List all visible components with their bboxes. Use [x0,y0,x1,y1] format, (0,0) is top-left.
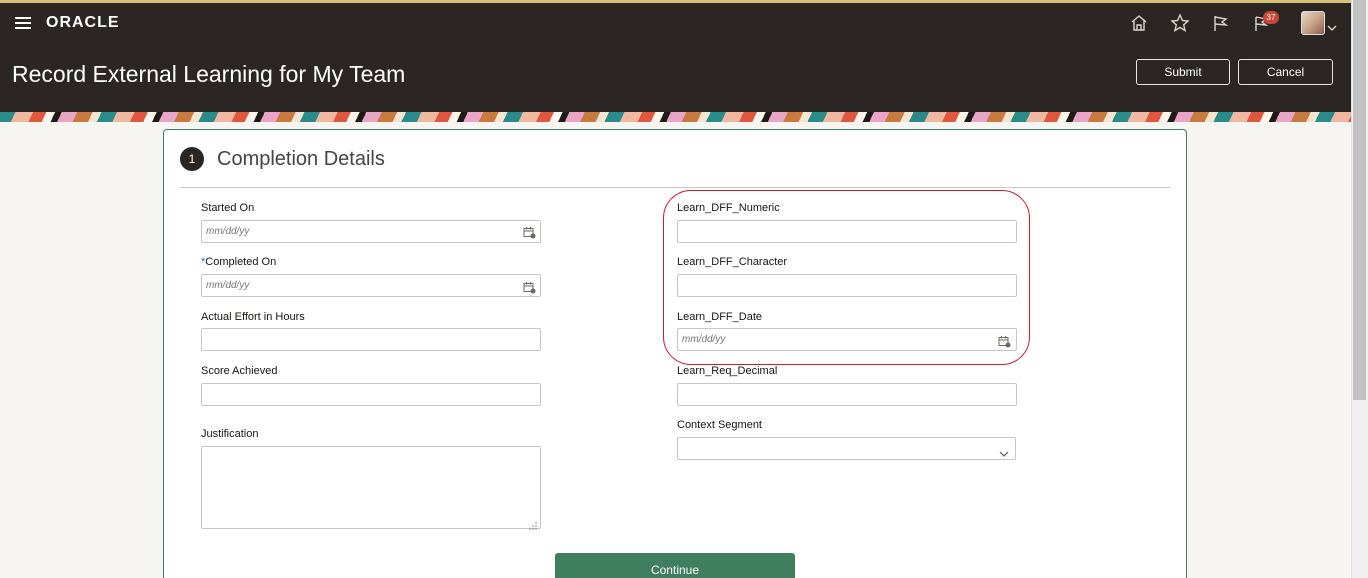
calendar-icon[interactable] [523,226,536,239]
step-number: 1 [180,147,204,171]
scrollbar-thumb[interactable] [1353,0,1366,400]
resize-grip-icon[interactable] [529,517,537,530]
calendar-icon[interactable] [523,281,536,294]
dff-date-input[interactable] [677,328,1017,351]
cancel-button[interactable]: Cancel [1238,59,1333,85]
chevron-down-icon[interactable] [1327,19,1337,31]
actual-effort-input[interactable] [201,328,541,351]
decorative-banner [0,112,1351,122]
dff-numeric-input[interactable] [677,220,1017,243]
chevron-down-icon[interactable] [999,445,1009,457]
oracle-logo: ORACLE [46,14,120,31]
justification-label: Justification [201,428,259,440]
req-decimal-input[interactable] [677,383,1017,406]
notification-count-badge[interactable]: 37 [1263,11,1279,24]
started-on-input[interactable] [201,220,541,243]
flag-icon[interactable] [1211,13,1231,33]
continue-button[interactable]: Continue [555,553,795,578]
dff-numeric-label: Learn_DFF_Numeric [677,202,780,214]
context-segment-label: Context Segment [677,419,762,431]
submit-button[interactable]: Submit [1136,59,1230,85]
dff-character-label: Learn_DFF_Character [677,256,788,268]
req-decimal-label: Learn_Req_Decimal [677,365,778,377]
context-segment-select[interactable] [677,437,1016,460]
dff-date-label: Learn_DFF_Date [677,311,762,323]
completed-on-label: *Completed On [201,256,276,268]
app-header: ORACLE Record External Learning for My T… [0,3,1351,112]
completed-on-label-text: Completed On [205,256,277,268]
section-title: Completion Details [217,148,385,170]
completed-on-input[interactable] [201,274,541,297]
justification-textarea[interactable] [201,446,541,529]
score-achieved-input[interactable] [201,383,541,406]
section-divider [180,187,1170,188]
actual-effort-label: Actual Effort in Hours [201,311,305,323]
dff-character-input[interactable] [677,274,1017,297]
hamburger-icon[interactable] [15,17,31,29]
home-icon[interactable] [1129,13,1149,33]
avatar[interactable] [1301,11,1325,35]
calendar-icon[interactable] [998,335,1011,348]
started-on-label: Started On [201,202,255,214]
page-title: Record External Learning for My Team [12,61,406,87]
score-achieved-label: Score Achieved [201,365,278,377]
star-icon[interactable] [1170,13,1190,33]
